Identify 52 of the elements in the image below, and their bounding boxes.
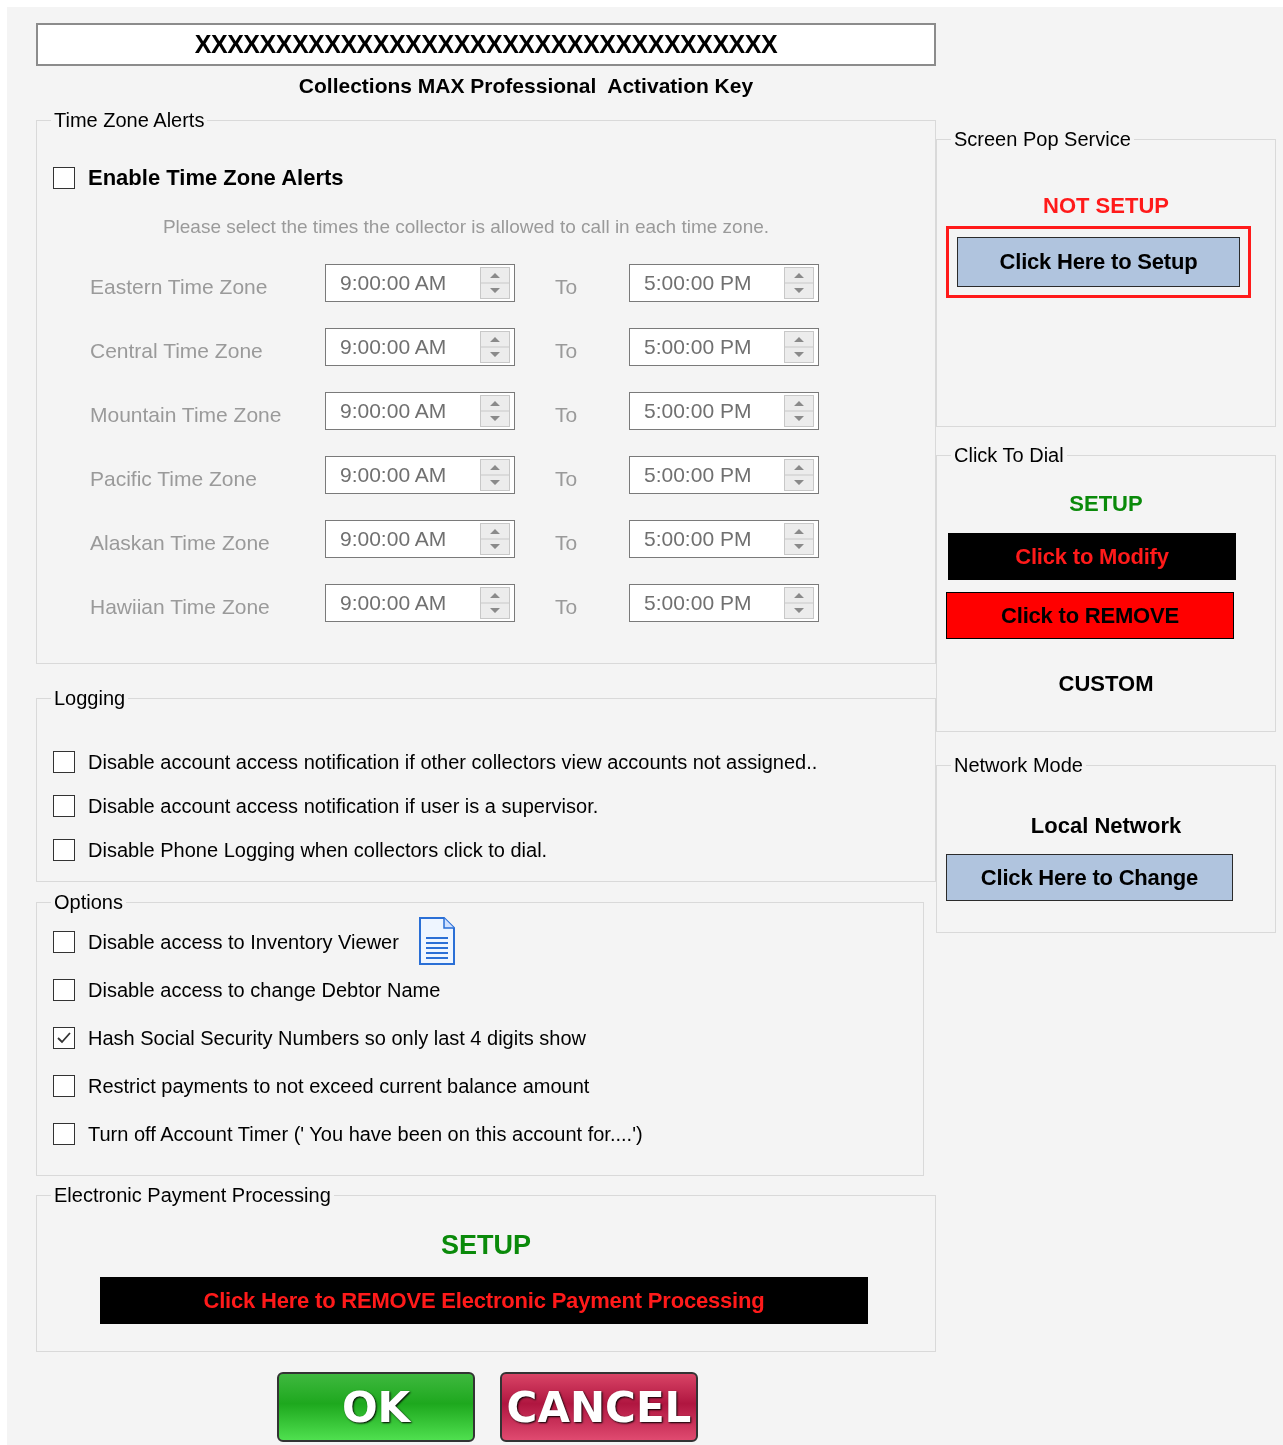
separator-label: To xyxy=(554,339,579,363)
checkbox[interactable] xyxy=(53,1075,75,1097)
checkbox[interactable] xyxy=(53,979,75,1001)
action-button[interactable]: Click Here to Change xyxy=(946,854,1233,901)
checkbox-label: Disable account access notification if other collectors view accounts not assigned.. xyxy=(88,750,818,774)
checkbox[interactable] xyxy=(53,795,75,817)
zone-label: Central Time Zone xyxy=(90,339,264,363)
ok-button[interactable]: OK xyxy=(277,1372,475,1442)
activation-key-caption: Collections MAX Professional Activation Key xyxy=(298,74,754,98)
group-title: Network Mode xyxy=(953,753,1084,777)
separator-label: To xyxy=(554,403,579,427)
group-title: Screen Pop Service xyxy=(953,127,1132,151)
checkbox[interactable] xyxy=(53,751,75,773)
checkbox-label: Hash Social Security Numbers so only last 4 digits show xyxy=(88,1026,586,1050)
group-title: Logging xyxy=(53,686,127,710)
activation-key-field[interactable]: XXXXXXXXXXXXXXXXXXXXXXXXXXXXXXXXXXXX xyxy=(36,23,936,66)
zone-label: Eastern Time Zone xyxy=(90,275,269,299)
cancel-button[interactable]: CANCEL xyxy=(500,1372,698,1442)
status-text: SETUP xyxy=(1068,490,1144,518)
document-icon xyxy=(417,916,456,966)
separator-label: To xyxy=(554,275,579,299)
status-text: SETUP xyxy=(440,1229,532,1261)
status-text: Local Network xyxy=(1029,812,1183,840)
zone-label: Alaskan Time Zone xyxy=(90,531,271,555)
action-button[interactable]: Click to REMOVE xyxy=(946,592,1234,639)
zone-label: Hawiian Time Zone xyxy=(90,595,271,619)
group-title: Click To Dial xyxy=(953,443,1065,467)
checkbox-label: Disable access to Inventory Viewer xyxy=(88,930,399,954)
checkbox-label: Disable Phone Logging when collectors click to dial. xyxy=(88,838,548,862)
group-title: Time Zone Alerts xyxy=(53,108,206,132)
checkbox-label: Disable account access notification if user is a supervisor. xyxy=(88,794,599,818)
checkbox-label: Disable access to change Debtor Name xyxy=(88,978,441,1002)
status-text: NOT SETUP xyxy=(1042,192,1170,220)
checkbox-label: Enable Time Zone Alerts xyxy=(88,165,344,191)
instruction-text: Please select the times the collector is allowed to call in each time zone. xyxy=(161,216,771,238)
separator-label: To xyxy=(554,467,579,491)
checkbox-label: Turn off Account Timer (' You have been on this account for....') xyxy=(88,1122,643,1146)
group-title: Electronic Payment Processing xyxy=(53,1183,332,1207)
checkbox-label: Restrict payments to not exceed current balance amount xyxy=(88,1074,590,1098)
action-button[interactable]: Click to Modify xyxy=(948,533,1236,580)
checkbox[interactable] xyxy=(53,1123,75,1145)
zone-label: Pacific Time Zone xyxy=(90,467,258,491)
separator-label: To xyxy=(554,595,579,619)
checkbox[interactable] xyxy=(53,839,75,861)
checkbox[interactable] xyxy=(53,1027,75,1049)
zone-label: Mountain Time Zone xyxy=(90,403,283,427)
status-text: CUSTOM xyxy=(1057,670,1155,698)
group-title: Options xyxy=(53,890,124,914)
separator-label: To xyxy=(554,531,579,555)
action-button[interactable]: Click Here to Setup xyxy=(957,237,1240,287)
checkbox[interactable] xyxy=(53,931,75,953)
action-button[interactable]: Click Here to REMOVE Electronic Payment Processing xyxy=(100,1277,868,1324)
